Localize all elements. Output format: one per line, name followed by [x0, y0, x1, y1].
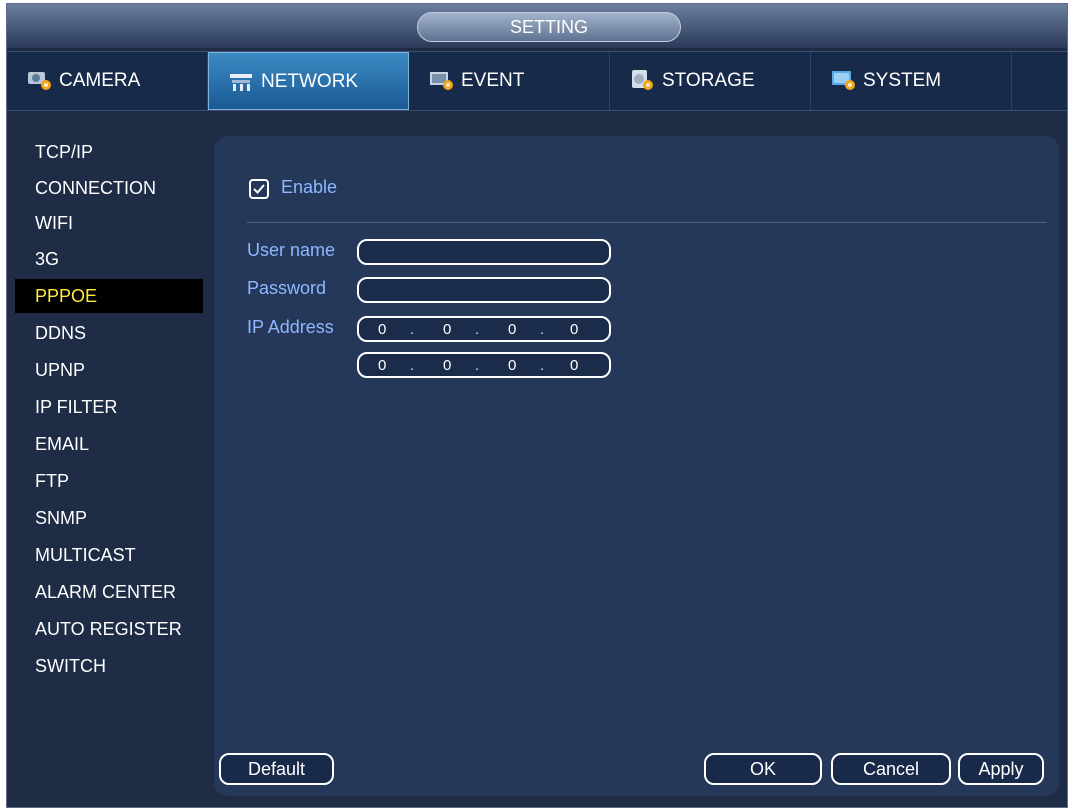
divider: [247, 222, 1047, 223]
ip-address-field[interactable]: 0 . 0 . 0 . 0: [357, 316, 611, 342]
sidebar-item-3g[interactable]: 3G: [15, 242, 203, 276]
apply-button[interactable]: Apply: [958, 753, 1044, 785]
ip-octet: 0: [443, 357, 452, 374]
sidebar-item-multicast[interactable]: MULTICAST: [15, 538, 203, 572]
sidebar-item-connection[interactable]: CONNECTION: [15, 171, 203, 205]
password-field[interactable]: [357, 277, 611, 303]
ip-octet: 0: [443, 321, 452, 338]
ip-octet: 0: [378, 321, 387, 338]
tab-camera[interactable]: CAMERA: [7, 52, 208, 110]
sidebar-item-ip-filter[interactable]: IP FILTER: [15, 390, 203, 424]
tab-network[interactable]: NETWORK: [208, 52, 409, 110]
sidebar-item-alarm-center[interactable]: ALARM CENTER: [15, 575, 203, 609]
ip-octet: 0: [508, 357, 517, 374]
ok-button[interactable]: OK: [704, 753, 822, 785]
sidebar-item-upnp[interactable]: UPNP: [15, 353, 203, 387]
camera-settings-icon: [28, 72, 51, 90]
tab-label: CAMERA: [59, 70, 141, 91]
sidebar-item-email[interactable]: EMAIL: [15, 427, 203, 461]
sidebar-item-switch[interactable]: SWITCH: [15, 649, 203, 683]
ip-octet: 0: [378, 357, 387, 374]
sidebar-item-ddns[interactable]: DDNS: [15, 316, 203, 350]
enable-checkbox[interactable]: [249, 179, 269, 199]
tab-label: STORAGE: [662, 70, 755, 91]
ip-octet: 0: [570, 357, 579, 374]
title-bar: SETTING: [7, 4, 1067, 48]
tab-storage[interactable]: STORAGE: [610, 52, 811, 110]
network-settings-icon: [230, 74, 252, 91]
storage-settings-icon: [632, 70, 653, 90]
ip-octet: 0: [570, 321, 579, 338]
username-label: User name: [247, 240, 336, 260]
ip-address-field-2[interactable]: 0 . 0 . 0 . 0: [357, 352, 611, 378]
sidebar-item-wifi[interactable]: WIFI: [15, 206, 203, 240]
tab-label: EVENT: [461, 70, 525, 91]
sidebar-item-ftp[interactable]: FTP: [15, 464, 203, 498]
ip-octet: 0: [508, 321, 517, 338]
sidebar-item-auto-register[interactable]: AUTO REGISTER: [15, 612, 203, 646]
main-tab-bar: CAMERA NETWORK EVENT STORAGE SYSTEM: [7, 51, 1067, 111]
ip-separator: .: [540, 357, 545, 374]
tab-event[interactable]: EVENT: [409, 52, 610, 110]
ip-separator: .: [475, 321, 480, 338]
tab-system[interactable]: SYSTEM: [811, 52, 1012, 110]
tab-label: NETWORK: [261, 71, 359, 92]
sidebar-item-pppoe[interactable]: PPPOE: [15, 279, 203, 313]
ip-separator: .: [475, 357, 480, 374]
password-label: Password: [247, 278, 327, 298]
checkmark-icon: [253, 184, 265, 194]
window-title: SETTING: [417, 12, 681, 42]
tab-label: SYSTEM: [863, 70, 942, 91]
default-button[interactable]: Default: [219, 753, 334, 785]
sidebar-item-snmp[interactable]: SNMP: [15, 501, 203, 535]
system-settings-icon: [832, 71, 855, 90]
username-field[interactable]: [357, 239, 611, 265]
sidebar-item-tcpip[interactable]: TCP/IP: [15, 135, 203, 169]
event-settings-icon: [430, 72, 453, 90]
pppoe-settings-panel: Enable User name Password IP Address 0 .…: [214, 136, 1059, 796]
settings-window: SETTING CAMERA NETWORK EVENT STORAGE SYS…: [6, 3, 1068, 808]
enable-label: Enable: [281, 177, 338, 197]
ip-separator: .: [410, 321, 415, 338]
ip-address-label: IP Address: [247, 317, 334, 337]
ip-separator: .: [410, 357, 415, 374]
ip-separator: .: [540, 321, 545, 338]
cancel-button[interactable]: Cancel: [831, 753, 951, 785]
